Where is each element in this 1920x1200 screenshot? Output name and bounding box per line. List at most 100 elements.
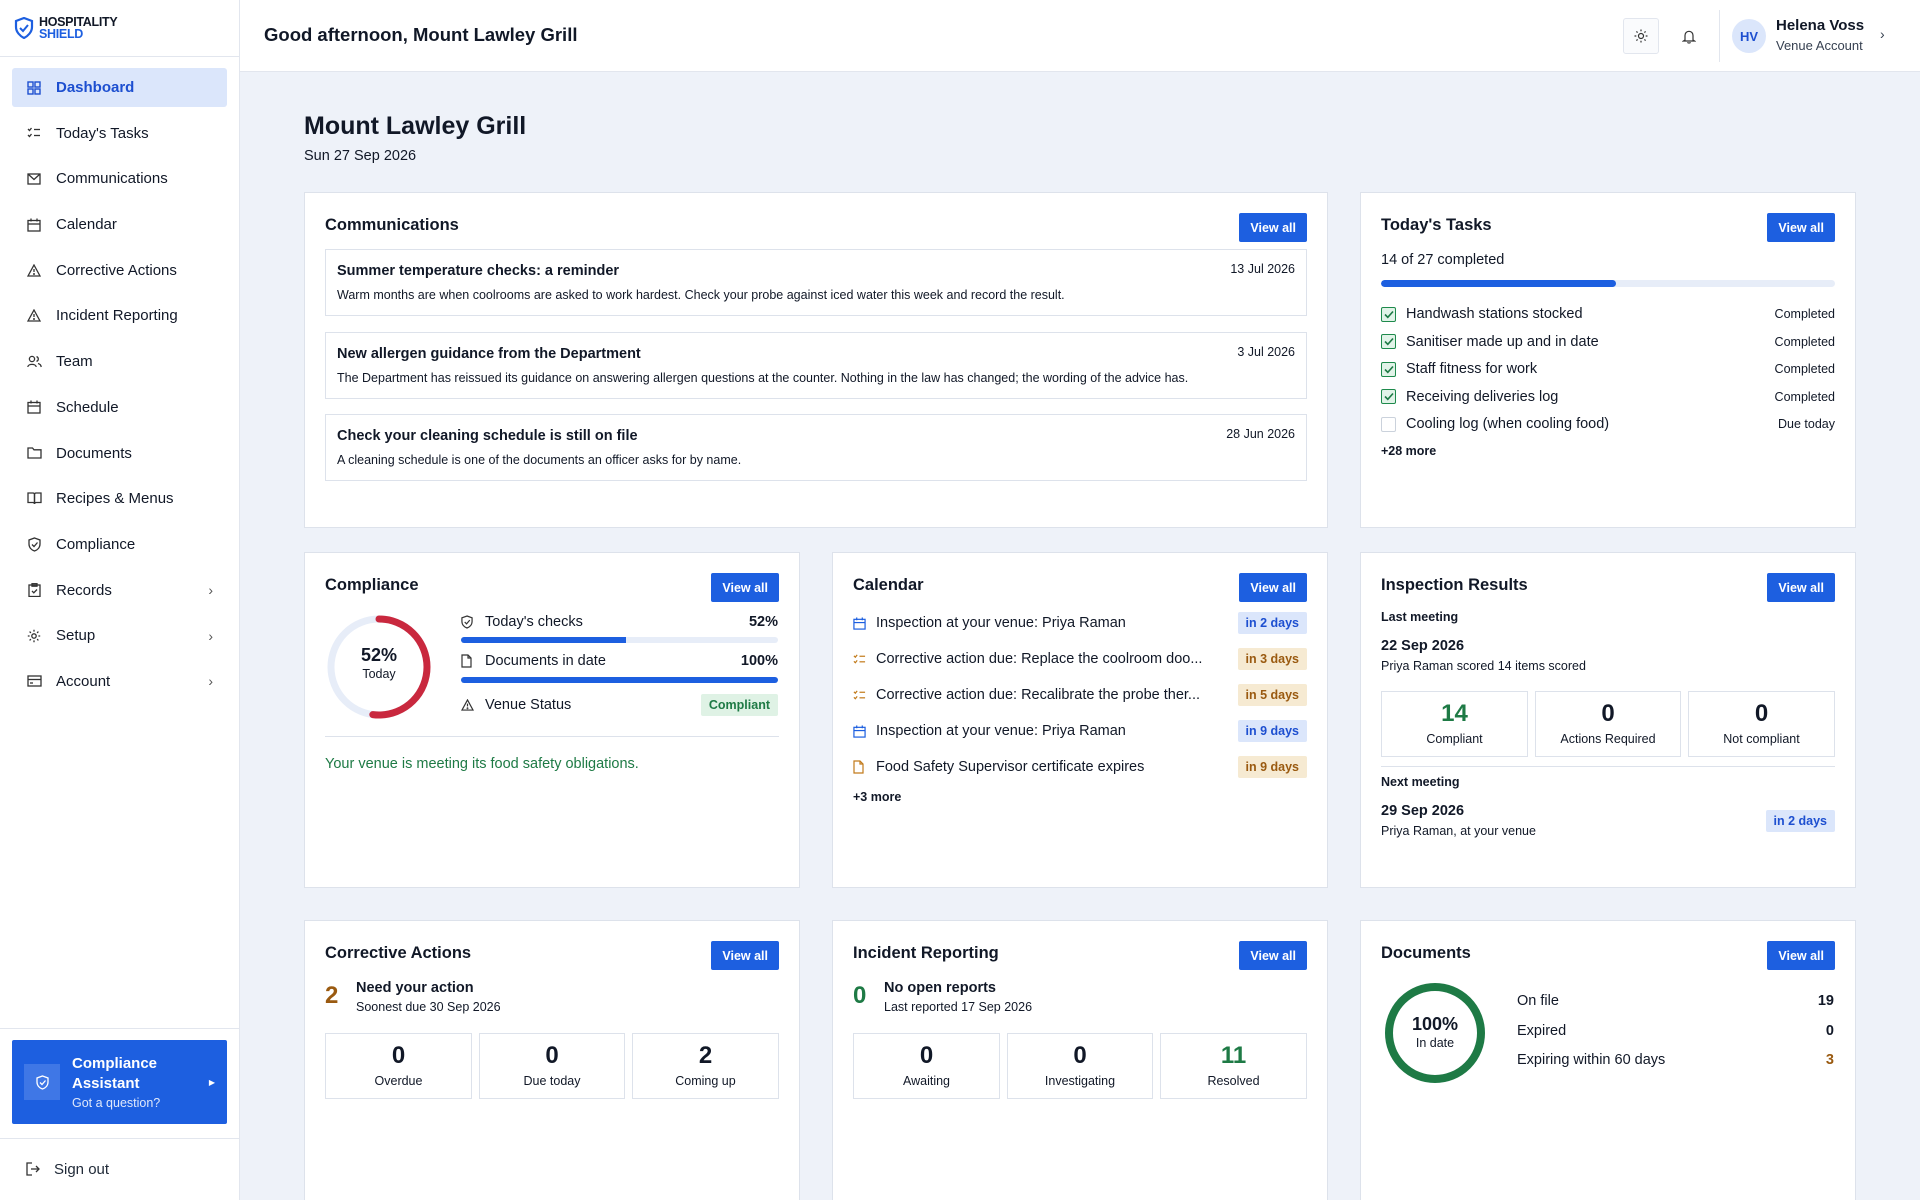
sign-out-label: Sign out — [54, 1160, 110, 1178]
view-all-button[interactable]: View all — [711, 573, 779, 602]
documents-ring-label: 100% In date — [1383, 1014, 1487, 1050]
checkbox-checked[interactable] — [1381, 306, 1396, 322]
sidebar-item-setup[interactable]: Setup › — [12, 616, 227, 655]
docs-progress-bar — [461, 677, 778, 683]
doc-stat-row: On file 19 — [1517, 993, 1834, 1009]
sun-icon — [1634, 29, 1648, 43]
check-icon — [1383, 392, 1394, 401]
more-events-link[interactable]: +3 more — [853, 790, 901, 804]
sidebar-item-calendar[interactable]: Calendar — [12, 205, 227, 244]
more-tasks-link[interactable]: +28 more — [1381, 444, 1436, 458]
check-icon — [1383, 310, 1394, 318]
view-all-button[interactable]: View all — [1767, 213, 1835, 242]
divider — [1719, 10, 1720, 62]
view-all-button[interactable]: View all — [1239, 941, 1307, 970]
calendar-event[interactable]: Corrective action due: Recalibrate the p… — [853, 683, 1307, 707]
mail-icon — [26, 171, 42, 187]
task-item[interactable]: Handwash stations stocked Completed — [1381, 304, 1835, 324]
sidebar-item-corrective-actions[interactable]: Corrective Actions — [12, 251, 227, 290]
compliance-ring-caption: Today — [362, 667, 396, 681]
incident-count: 0 — [853, 982, 867, 1009]
doc-stat-row: Expired 0 — [1517, 1023, 1834, 1039]
shield-check-icon — [461, 615, 475, 629]
divider — [325, 736, 779, 737]
calendar-event[interactable]: Inspection at your venue: Priya Raman in… — [853, 719, 1307, 743]
sidebar-item-label: Setup — [56, 627, 96, 645]
theme-toggle-button[interactable] — [1623, 18, 1659, 54]
sidebar-item-recipes-menus[interactable]: Recipes & Menus — [12, 479, 227, 518]
gear-icon — [26, 628, 42, 644]
sidebar-item-documents[interactable]: Documents — [12, 434, 227, 473]
checkbox-checked[interactable] — [1381, 389, 1396, 404]
view-all-button[interactable]: View all — [1767, 573, 1835, 602]
communication-item[interactable]: Check your cleaning schedule is still on… — [325, 414, 1307, 481]
calendar-event[interactable]: Inspection at your venue: Priya Raman in… — [853, 611, 1307, 635]
doc-stat-row: Expiring within 60 days 3 — [1517, 1052, 1834, 1068]
next-meeting-date: 29 Sep 2026 — [1381, 803, 1465, 819]
sidebar-item-todays-tasks[interactable]: Today's Tasks — [12, 114, 227, 153]
task-item[interactable]: Sanitiser made up and in date Completed — [1381, 332, 1835, 352]
checks-label: Today's checks — [485, 614, 583, 630]
communication-item[interactable]: Summer temperature checks: a reminder 13… — [325, 249, 1307, 316]
avatar[interactable]: HV — [1732, 19, 1766, 53]
tasks-progress-bar — [1381, 280, 1835, 287]
card-title: Calendar — [853, 576, 924, 594]
divider — [0, 1028, 239, 1029]
task-label: Sanitiser made up and in date — [1406, 333, 1599, 350]
shield-logo-icon — [14, 17, 34, 39]
stat-value: 0 — [919, 1042, 934, 1069]
checkbox-checked[interactable] — [1381, 361, 1396, 377]
view-all-button[interactable]: View all — [1767, 941, 1835, 970]
stat-resolved: 11 Resolved — [1160, 1033, 1307, 1099]
task-item[interactable]: Cooling log (when cooling food) Due toda… — [1381, 414, 1835, 434]
view-all-button[interactable]: View all — [1239, 213, 1307, 242]
checks-progress-bar — [461, 637, 778, 643]
stat-label: Investigating — [1044, 1074, 1116, 1088]
task-item[interactable]: Staff fitness for work Completed — [1381, 359, 1835, 379]
sidebar-item-incident-reporting[interactable]: Incident Reporting — [12, 296, 227, 335]
sidebar-item-schedule[interactable]: Schedule — [12, 388, 227, 427]
greeting: Good afternoon, Mount Lawley Grill — [264, 24, 578, 45]
sign-out-button[interactable]: Sign out — [12, 1150, 227, 1188]
calendar-event[interactable]: Food Safety Supervisor certificate expir… — [853, 755, 1307, 779]
corrective-headline: Need your action — [356, 980, 474, 996]
view-all-button[interactable]: View all — [711, 941, 779, 970]
stat-value: 0 — [1754, 700, 1769, 727]
doc-stat-value: 0 — [1825, 1023, 1834, 1039]
card-title: Corrective Actions — [325, 944, 472, 962]
sidebar-item-label: Account — [56, 672, 111, 690]
brand-logo[interactable]: HOSPITALITY SHIELD — [0, 0, 239, 57]
calendar-event[interactable]: Corrective action due: Replace the coolr… — [853, 647, 1307, 671]
sidebar-item-records[interactable]: Records › — [12, 571, 227, 610]
sidebar-item-account[interactable]: Account › — [12, 662, 227, 701]
notifications-button[interactable] — [1671, 18, 1707, 54]
task-label: Staff fitness for work — [1406, 361, 1538, 377]
checkbox-unchecked[interactable] — [1381, 416, 1396, 432]
status-badge: Compliant — [700, 694, 778, 716]
sidebar-item-dashboard[interactable]: Dashboard — [12, 68, 227, 107]
stat-investigating: 0 Investigating — [1007, 1033, 1153, 1099]
compliance-assistant-button[interactable]: Compliance Assistant Got a question? ▶ — [12, 1040, 227, 1124]
sidebar-item-communications[interactable]: Communications — [12, 159, 227, 198]
brand-line2: SHIELD — [39, 27, 84, 41]
incident-sub: Last reported 17 Sep 2026 — [884, 1000, 1033, 1014]
chevron-right-icon[interactable]: › — [1880, 26, 1885, 42]
sidebar-item-label: Today's Tasks — [56, 124, 149, 142]
communication-item[interactable]: New allergen guidance from the Departmen… — [325, 332, 1307, 399]
task-item[interactable]: Receiving deliveries log Completed — [1381, 387, 1835, 407]
chevron-right-icon: › — [208, 673, 213, 690]
sidebar-item-compliance[interactable]: Compliance — [12, 525, 227, 564]
view-all-button[interactable]: View all — [1239, 573, 1307, 602]
documents-ring-value: 100% — [1411, 1014, 1459, 1034]
event-label: Inspection at your venue: Priya Raman — [876, 723, 1126, 739]
user-name[interactable]: Helena Voss — [1776, 17, 1864, 34]
caret-right-icon: ▶ — [208, 1078, 215, 1087]
stat-actions-required: 0 Actions Required — [1535, 691, 1681, 757]
next-meeting-badge: in 2 days — [1765, 810, 1835, 832]
sidebar-item-team[interactable]: Team — [12, 342, 227, 381]
bell-icon — [1682, 30, 1696, 44]
sidebar-item-label: Corrective Actions — [56, 261, 177, 279]
sidebar-item-label: Compliance — [56, 535, 136, 553]
doc-stat-value: 19 — [1817, 993, 1834, 1009]
checkbox-checked[interactable] — [1381, 334, 1396, 349]
